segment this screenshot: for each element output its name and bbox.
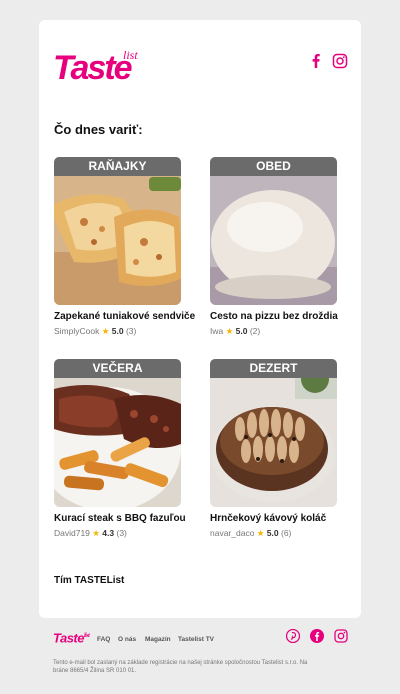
footer-link-faq[interactable]: FAQ	[97, 635, 110, 644]
recipe-meta: SimplyCook ★ 5.0 (3)	[54, 326, 136, 337]
recipe-category: OBED	[210, 157, 337, 176]
recipe-title[interactable]: Kurací steak s BBQ fazuľou	[54, 513, 194, 525]
recipe-rating-count: (3)	[125, 326, 137, 336]
footer-link-tv[interactable]: Tastelist TV	[178, 635, 214, 644]
facebook-icon[interactable]	[310, 629, 324, 643]
star-icon: ★	[101, 326, 110, 336]
star-icon: ★	[92, 528, 100, 538]
recipe-author: Iwa	[210, 326, 224, 336]
recipe-title[interactable]: Cesto na pizzu bez droždia	[210, 311, 350, 323]
footer-link-about[interactable]: O nás	[118, 635, 136, 644]
recipe-rating: 5.0	[111, 326, 124, 336]
star-icon: ★	[256, 528, 265, 538]
recipe-title[interactable]: Hrnčekový kávový koláč	[210, 513, 350, 525]
recipe-meta: Iwa ★ 5.0 (2)	[210, 326, 260, 337]
recipe-rating-count: (2)	[249, 326, 261, 336]
footer-logo-word: Taste	[53, 630, 84, 646]
recipe-author: SimplyCook	[54, 326, 100, 336]
recipe-image	[210, 157, 337, 305]
recipe-rating-count: (6)	[281, 528, 292, 538]
tastelist-logo[interactable]: Taste list	[53, 48, 149, 88]
recipe-category: DEZERT	[210, 359, 337, 378]
recipe-image	[54, 359, 181, 507]
recipe-category: RAŇAJKY	[54, 157, 181, 176]
pinterest-icon[interactable]	[286, 629, 300, 643]
email-card: Taste list Čo dnes variť: RAŇAJKY Zapeka…	[39, 20, 361, 618]
instagram-icon[interactable]	[334, 629, 348, 643]
footer-logo[interactable]: Tastelist	[53, 628, 90, 646]
section-heading: Čo dnes variť:	[54, 122, 143, 137]
footer-logo-sub: list	[83, 633, 90, 639]
recipe-rating-count: (3)	[116, 528, 127, 538]
star-icon: ★	[225, 326, 234, 336]
recipe-rating: 4.3	[102, 528, 115, 538]
recipe-author: David719	[54, 528, 90, 538]
recipe-category: VEČERA	[54, 359, 181, 378]
recipe-author: navar_daco	[210, 528, 255, 538]
recipe-meta: navar_daco ★ 5.0 (6)	[210, 528, 291, 539]
recipe-image	[54, 157, 181, 305]
recipe-image	[210, 359, 337, 507]
facebook-icon[interactable]	[308, 53, 324, 69]
recipe-title[interactable]: Zapekané tuniakové sendviče	[54, 311, 195, 323]
recipe-rating: 5.0	[266, 528, 279, 538]
logo-word: Taste	[53, 49, 133, 87]
recipe-rating: 5.0	[235, 326, 248, 336]
logo-sub: list	[123, 48, 138, 62]
recipe-meta: David719 ★ 4.3 (3)	[54, 528, 127, 539]
instagram-icon[interactable]	[332, 53, 348, 69]
footer-disclaimer: Tento e-mail bol zaslaný na základe regi…	[53, 660, 308, 674]
footer-link-magazine[interactable]: Magazín	[145, 635, 171, 644]
signature: Tím TASTEList	[54, 575, 125, 586]
